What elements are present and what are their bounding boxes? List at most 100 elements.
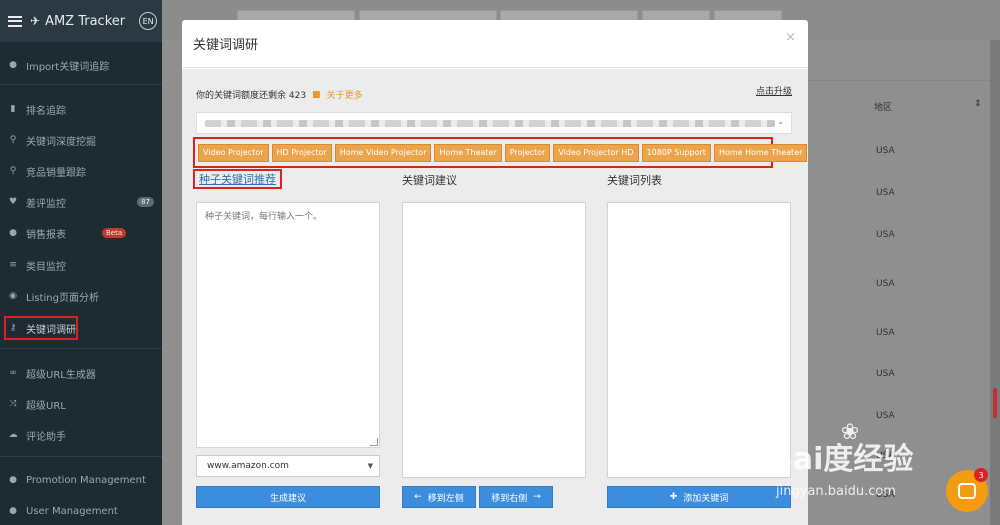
keyword-tag[interactable]: Projector (504, 143, 551, 162)
count-badge: 87 (137, 197, 154, 207)
divider (0, 456, 162, 457)
keyword-tag[interactable]: Video Projector HD (553, 143, 639, 162)
chevron-down-icon: ▼ (367, 462, 373, 470)
sidebar-item-label: User Management (26, 505, 118, 517)
brand-name: AMZ Tracker (45, 13, 126, 29)
video-camera-icon: ■ (312, 89, 321, 100)
sidebar-item-review-assistant[interactable]: ☁ 评论助手 (0, 424, 162, 446)
sidebar-item-competitor-sales[interactable]: ⚲ 竞品销量跟踪 (0, 160, 162, 182)
sidebar-item-review-monitor[interactable]: ♥ 差评监控 87 (0, 191, 162, 213)
keyword-tag[interactable]: Home Theater (434, 143, 502, 162)
sidebar-item-label: 超级URL生成器 (26, 369, 96, 381)
sidebar-item-super-url[interactable]: ⤨ 超级URL (0, 393, 162, 415)
sidebar-item-keyword-mining[interactable]: ⚲ 关键词深度挖掘 (0, 129, 162, 151)
quota-label: 你的关键词额度还剩余 423 (196, 91, 307, 101)
keyword-tag[interactable]: Video Projector (198, 143, 269, 162)
sidebar-item-rank-tracking[interactable]: ▮ 排名追踪 (0, 98, 162, 120)
sidebar-item-label: 评论助手 (26, 431, 66, 443)
list-icon: ≡ (9, 260, 17, 270)
bar-chart-icon: ▮ (10, 104, 16, 114)
sidebar-header: ✈ AMZ Tracker EN (0, 0, 162, 42)
heart-icon: ♥ (8, 197, 18, 207)
sidebar-item-label: Promotion Management (26, 474, 146, 486)
search-icon: ⚲ (9, 135, 17, 145)
table-cell-region: USA (876, 230, 895, 240)
chevron-down-icon: ⌄ (777, 117, 784, 126)
sidebar-item-keyword-research[interactable]: ⚷ 关键词调研 (0, 316, 162, 340)
highlight-box (4, 316, 78, 340)
sidebar-item-sales-report[interactable]: ● 销售报表 Beta (0, 222, 162, 244)
baidu-watermark: ❀ Bai度经验 jingyan.baidu.com (770, 420, 950, 505)
keyword-tag[interactable]: Home Video Projector (334, 143, 432, 162)
generate-suggestions-button[interactable]: 生成建议 (196, 486, 380, 508)
keyword-list[interactable] (607, 202, 791, 478)
page-scrollbar[interactable] (990, 40, 1000, 525)
resize-handle[interactable] (370, 438, 378, 446)
product-url-input[interactable]: ⌄ (196, 112, 792, 134)
chat-icon: ☁ (8, 430, 18, 440)
link-icon: ∞ (9, 368, 17, 378)
marketplace-select[interactable]: www.amazon.com ▼ (196, 455, 380, 477)
move-left-button[interactable]: ← 移到左侧 (402, 486, 476, 508)
keyword-list-title: 关键词列表 (607, 174, 662, 187)
notification-badge: 3 (974, 468, 988, 482)
menu-icon[interactable] (8, 15, 22, 27)
sidebar-item-label: 销售报表 (26, 229, 66, 241)
quota-info: 你的关键词额度还剩余 423 ■ 关于更多 (196, 88, 363, 102)
sidebar-item-label: 差评监控 (26, 198, 66, 210)
eye-icon: ◉ (9, 291, 17, 301)
upgrade-link[interactable]: 点击升级 (756, 84, 792, 97)
sidebar: ✈ AMZ Tracker EN ● Import关键词追踪 ▮ 排名追踪 ⚲ … (0, 0, 162, 525)
sidebar-item-label: 竞品销量跟踪 (26, 167, 86, 179)
blurred-url (205, 119, 775, 127)
sidebar-item-label: Import关键词追踪 (26, 61, 110, 73)
divider (0, 348, 162, 349)
region-column-header[interactable]: 地区 (874, 100, 892, 113)
sort-icon[interactable]: ⇕ (974, 99, 982, 109)
arrow-right-icon: → (533, 492, 541, 502)
sidebar-item-import[interactable]: ● Import关键词追踪 (0, 54, 162, 76)
modal-body: 你的关键词额度还剩余 423 ■ 关于更多 点击升级 ⌄ Video Proje… (182, 69, 808, 525)
sidebar-item-listing-analysis[interactable]: ◉ Listing页面分析 (0, 285, 162, 307)
brand[interactable]: ✈ AMZ Tracker (30, 14, 125, 29)
button-label: 移到左侧 (427, 493, 464, 504)
seed-keyword-input[interactable] (196, 202, 380, 448)
close-icon[interactable]: × (785, 30, 796, 45)
sidebar-item-super-url-generator[interactable]: ∞ 超级URL生成器 (0, 362, 162, 384)
sidebar-item-category-monitor[interactable]: ≡ 类目监控 (0, 254, 162, 276)
keyword-tags: Video Projector HD Projector Home Video … (193, 137, 808, 168)
scrollbar-thumb[interactable] (993, 388, 997, 418)
button-label: 添加关键词 (683, 493, 729, 504)
seed-keyword-link[interactable]: 种子关键词推荐 (193, 169, 282, 189)
sidebar-item-promotion-management[interactable]: ● Promotion Management (0, 469, 162, 491)
circle-icon: ● (9, 506, 17, 516)
sidebar-item-label: 关键词深度挖掘 (26, 136, 96, 148)
circle-icon: ● (9, 60, 17, 70)
rocket-icon: ✈ (30, 14, 41, 28)
suggestion-list[interactable] (402, 202, 586, 478)
shuffle-icon: ⤨ (9, 399, 17, 409)
keyword-research-modal: 关键词调研 × 你的关键词额度还剩余 423 ■ 关于更多 点击升级 ⌄ Vid… (182, 20, 808, 525)
keyword-tag[interactable]: 1080P Support (641, 143, 711, 162)
sidebar-item-label: 类目监控 (26, 261, 66, 273)
language-switch[interactable]: EN (139, 12, 158, 30)
table-cell-region: USA (876, 328, 895, 338)
chat-icon (958, 483, 976, 499)
table-cell-region: USA (876, 369, 895, 379)
move-right-button[interactable]: 移到右侧 → (479, 486, 553, 508)
sidebar-item-label: 排名追踪 (26, 105, 66, 117)
more-link[interactable]: 关于更多 (327, 88, 363, 101)
add-keyword-button[interactable]: ✚ 添加关键词 (607, 486, 791, 508)
sidebar-item-label: Listing页面分析 (26, 292, 99, 304)
button-label: 移到右侧 (491, 493, 528, 504)
sidebar-item-user-management[interactable]: ● User Management (0, 500, 162, 522)
circle-icon: ● (9, 228, 17, 238)
circle-icon: ● (9, 475, 17, 485)
sidebar-item-label: 超级URL (26, 400, 66, 412)
modal-title: 关键词调研 (193, 38, 259, 53)
modal-header: 关键词调研 × (182, 20, 808, 68)
marketplace-value: www.amazon.com (207, 461, 289, 471)
keyword-tag[interactable]: HD Projector (271, 143, 332, 162)
keyword-tag[interactable]: Home Home Theater (713, 143, 808, 162)
search-icon: ⚲ (9, 166, 17, 176)
